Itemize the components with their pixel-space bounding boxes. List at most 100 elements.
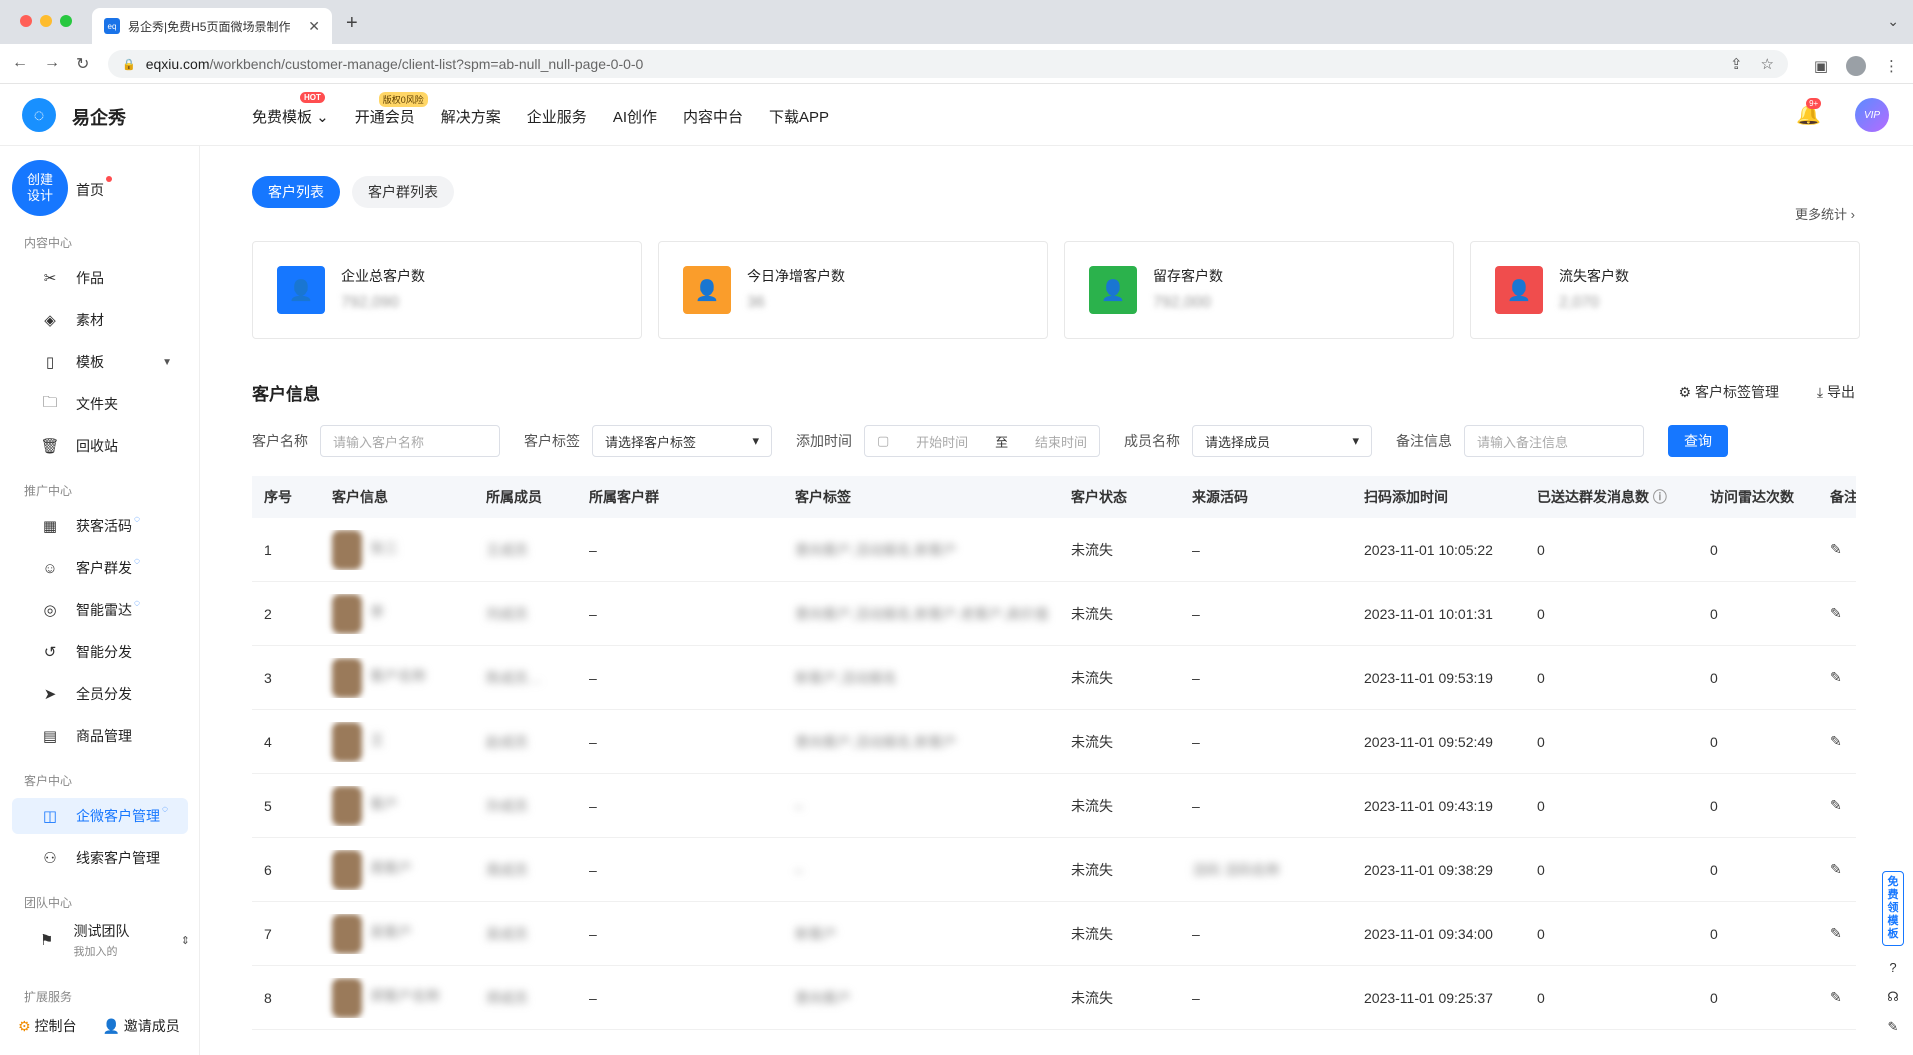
table-row[interactable]: 1 张三 王成员 – 意向客户,活动报名,新客户 未流失 – 2023-11-01 10:05… — [252, 518, 1856, 582]
new-tab-button[interactable]: + — [346, 12, 358, 35]
tab-search-icon[interactable]: ⌄ — [1887, 13, 1899, 30]
date-range-picker[interactable]: ▢ 开始时间至结束时间 — [864, 425, 1100, 457]
logo-icon[interactable]: ◌ — [22, 98, 56, 132]
edit-icon[interactable]: ✎ — [1818, 797, 1856, 814]
profile-avatar[interactable] — [1846, 56, 1866, 76]
nav-content[interactable]: 内容中台 — [683, 106, 743, 127]
user-icon: 👤 — [277, 266, 325, 314]
edit-icon[interactable]: ✎ — [1818, 925, 1856, 942]
cell-group: – — [589, 925, 597, 942]
team-sub: 我加入的 — [73, 946, 118, 958]
table-row[interactable]: 8 郑客户名称 郑成员 – 意向客户 未流失 – 2023-11-01 09:25:37 0 0 ✎ — [252, 966, 1856, 1030]
edit-icon[interactable]: ✎ — [1818, 733, 1856, 750]
browser-tab[interactable]: eq 易企秀|免费H5页面微场景制作 ✕ — [92, 8, 332, 44]
table-row[interactable]: 2 李刘成员 – 意向客户,活动报名,新客户,老客户,高价值 未流失 – 2023-11-0… — [252, 582, 1856, 646]
window-controls[interactable] — [20, 15, 72, 27]
nav-free-templates[interactable]: 免费模板 ⌄ HOT — [252, 92, 329, 127]
edit-icon[interactable]: ✎ — [1818, 541, 1856, 558]
copyright-badge: 版权0风险 — [378, 92, 428, 107]
tab-customer-group-list[interactable]: 客户群列表 — [352, 176, 454, 208]
sidebar-item-works[interactable]: ✂ 作品 — [12, 260, 188, 296]
edit-icon[interactable]: ✎ — [1818, 989, 1856, 1006]
tag-manage-button[interactable]: ⚙ 客户标签管理 — [1679, 382, 1779, 402]
avatar — [332, 593, 362, 634]
bookmark-star-icon[interactable]: ☆ — [1761, 55, 1774, 73]
cell-customer: 客户名称 — [320, 657, 474, 698]
customer-name-input[interactable]: 请输入客户名称 — [320, 425, 500, 457]
console-link[interactable]: ⚙ 控制台 — [18, 1016, 76, 1036]
table-row[interactable]: 7 吴客户 吴成员 – 新客户 未流失 – 2023-11-01 09:34:00 0 0 ✎ — [252, 902, 1856, 966]
maximize-window-button[interactable] — [60, 15, 72, 27]
minimize-window-button[interactable] — [40, 15, 52, 27]
col-header: 扫码添加时间 — [1364, 489, 1448, 505]
forward-icon[interactable]: → — [44, 54, 60, 74]
stat-card-lost: 👤 流失客户数 2,070 — [1470, 241, 1860, 339]
sidebar-item-radar[interactable]: ◎ 智能雷达 ◌ — [12, 592, 188, 628]
table-row[interactable]: 6 周客户 周成员 – – 未流失 活码 活码名称 2023-11-01 09:38:29 0 0… — [252, 838, 1856, 902]
sidebar-item-trash[interactable]: 🗑 回收站 — [12, 428, 188, 464]
free-template-button[interactable]: 免费领模板 — [1882, 871, 1904, 946]
chevron-updown-icon: ⇕ — [180, 934, 190, 947]
cell-group: – — [589, 541, 597, 558]
team-switcher[interactable]: ⚑ 测试团队 我加入的 ⇕ — [40, 921, 190, 959]
close-window-button[interactable] — [20, 15, 32, 27]
edit-icon[interactable]: ✎ — [1818, 605, 1856, 622]
table-row[interactable]: 3 客户名称 陈成员… – 新客户,活动报名 未流失 – 2023-11-01 09:53:1… — [252, 646, 1856, 710]
customer-tag-select[interactable]: 请选择客户标签 ▾ — [592, 425, 772, 457]
help-icon[interactable]: ? — [1889, 960, 1896, 975]
sidebar-item-qrcode[interactable]: ▦ 获客活码 ◌ — [12, 508, 188, 544]
headset-icon[interactable]: ☊ — [1887, 989, 1899, 1005]
logo-text[interactable]: 易企秀 — [72, 104, 126, 130]
remark-input[interactable]: 请输入备注信息 — [1464, 425, 1644, 457]
table-row[interactable]: 4 王赵成员 – 意向客户,活动报名,新客户 未流失 – 2023-11-01 09:52:… — [252, 710, 1856, 774]
sidebar-item-goods[interactable]: ▤ 商品管理 — [12, 718, 188, 754]
sidebar-item-materials[interactable]: ◈ 素材 — [12, 302, 188, 338]
sidebar-item-mass-send[interactable]: ☺ 客户群发 ◌ — [12, 550, 188, 586]
export-button[interactable]: ⤓ 导出 — [1817, 382, 1855, 402]
nav-download[interactable]: 下载APP — [769, 106, 829, 127]
nav-solutions[interactable]: 解决方案 — [441, 106, 501, 127]
feedback-icon[interactable]: ✎ — [1888, 1019, 1899, 1035]
filter-label: 备注信息 — [1396, 433, 1452, 449]
query-button[interactable]: 查询 — [1668, 425, 1728, 457]
nav-ai[interactable]: AI创作 — [613, 106, 657, 127]
share-icon[interactable]: ⇪ — [1730, 55, 1743, 73]
stat-value: 36 — [747, 294, 765, 311]
sidebar-item-home[interactable]: 首页 — [76, 176, 112, 200]
sidebar-item-smart-distribute[interactable]: ↺ 智能分发 — [12, 634, 188, 670]
cell-tags: 新客户 — [795, 925, 837, 942]
bell-icon[interactable]: 🔔 9+ — [1796, 98, 1822, 127]
edit-icon[interactable]: ✎ — [1818, 669, 1856, 686]
sidepanel-icon[interactable]: ▣ — [1814, 57, 1828, 75]
browser-menu-icon[interactable]: ⋮ — [1884, 57, 1899, 75]
create-design-button[interactable]: 创建设计 — [12, 160, 68, 216]
sidebar-item-templates[interactable]: ▯ 模板 ▼ — [12, 344, 188, 380]
more-stats-link[interactable]: 更多统计 › — [1795, 204, 1855, 223]
reload-icon[interactable]: ↻ — [76, 54, 89, 74]
sidebar-item-all-distribute[interactable]: ➤ 全员分发 — [12, 676, 188, 712]
lock-icon[interactable]: 🔒 — [122, 58, 136, 71]
invite-link[interactable]: 👤 邀请成员 — [102, 1016, 179, 1036]
help-icon[interactable]: ⓘ — [1653, 489, 1667, 505]
tab-close-icon[interactable]: ✕ — [308, 18, 320, 35]
sidebar-item-wecom-customers[interactable]: ◫ 企微客户管理 ◌ — [12, 798, 188, 834]
edit-icon[interactable]: ✎ — [1818, 861, 1856, 878]
nav-membership[interactable]: 开通会员 版权0风险 — [355, 92, 428, 127]
member-select[interactable]: 请选择成员 ▾ — [1192, 425, 1372, 457]
section-promotion: 推广中心 — [24, 484, 73, 498]
section-title: 客户信息 — [252, 385, 320, 404]
chat-icon: ◌ — [162, 803, 168, 815]
back-icon[interactable]: ← — [12, 54, 28, 74]
sidebar-item-lead-customers[interactable]: ⚇ 线索客户管理 — [12, 840, 188, 876]
avatar — [332, 977, 362, 1018]
vip-avatar[interactable]: VIP — [1855, 98, 1889, 132]
nav-enterprise[interactable]: 企业服务 — [527, 106, 587, 127]
tab-customer-list[interactable]: 客户列表 — [252, 176, 340, 208]
section-content: 内容中心 — [24, 236, 73, 250]
url-input[interactable]: 🔒 eqxiu.com/workbench/customer-manage/cl… — [108, 50, 1788, 78]
cell-source: – — [1192, 605, 1200, 622]
chat-icon: ◌ — [134, 597, 140, 609]
table-row[interactable]: 5 客户 孙成员 – – 未流失 – 2023-11-01 09:43:19 0 0 ✎ — [252, 774, 1856, 838]
sidebar-item-folder[interactable]: 🗀 文件夹 — [12, 386, 188, 422]
table-body: 1 张三 王成员 – 意向客户,活动报名,新客户 未流失 –2023-11-01 10:05… — [252, 518, 1856, 1030]
